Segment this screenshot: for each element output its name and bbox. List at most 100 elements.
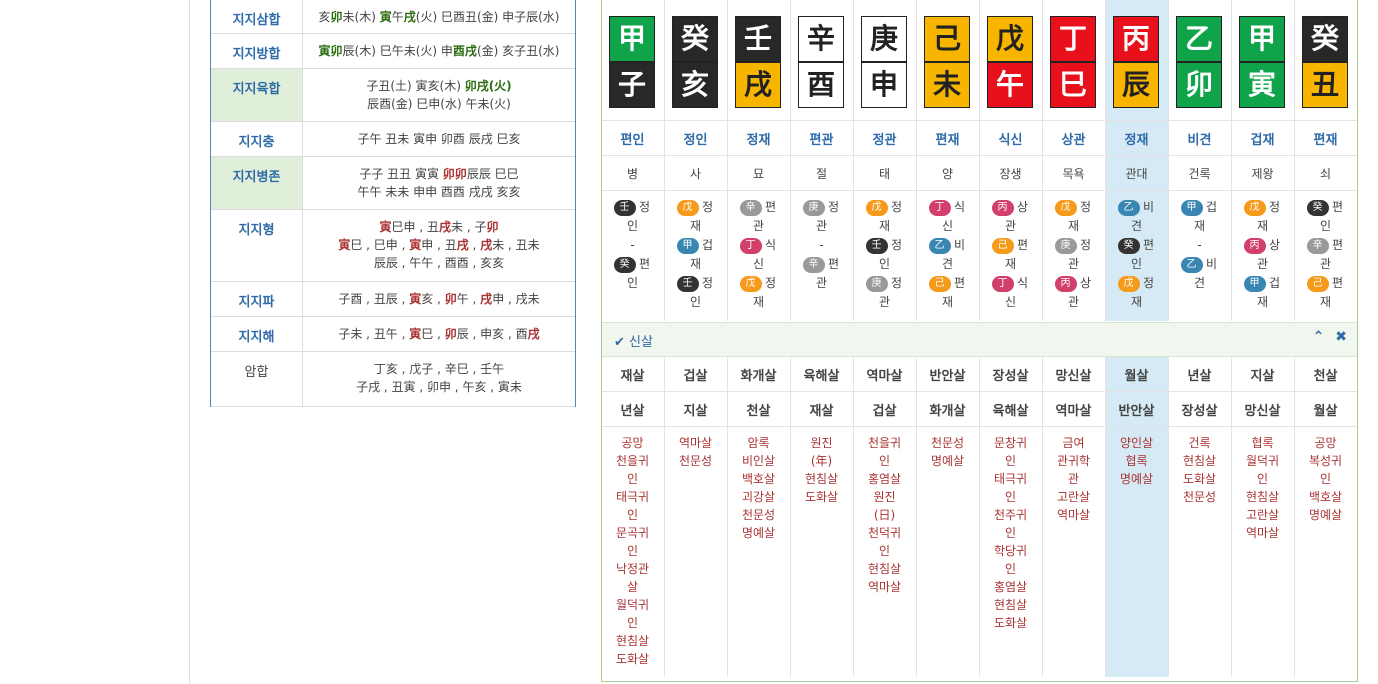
hidden-stem-badge: 庚 bbox=[865, 275, 888, 292]
highlight-branch: 卯卯 bbox=[442, 167, 467, 181]
hidden-stem-entry: 戊정 bbox=[1231, 198, 1294, 217]
hidden-stem-badge: 辛 bbox=[802, 256, 825, 273]
row-divider bbox=[602, 155, 1357, 156]
hidden-stem-god: 편 bbox=[1142, 238, 1155, 252]
sinsal-item: 협록 bbox=[1251, 436, 1274, 450]
twelve-stage-label: 목욕 bbox=[1062, 167, 1085, 181]
hidden-stem-god: 견 bbox=[941, 257, 954, 271]
hidden-stem-entry: 癸편 bbox=[601, 255, 664, 274]
hidden-stem-entry-cont: 재 bbox=[1105, 293, 1168, 312]
branch-text: 午午 未未 申申 酉酉 戌戌 亥亥 bbox=[357, 185, 521, 199]
sinsal-item: 인 bbox=[1004, 526, 1017, 540]
highlight-branch: 寅 bbox=[379, 220, 392, 234]
sinsal-primary: 겁살 bbox=[683, 369, 708, 384]
column-divider bbox=[1231, 0, 1232, 321]
branch-text: 申 , 丑 bbox=[421, 238, 457, 252]
hidden-stem-entry: 壬정 bbox=[853, 236, 916, 255]
heavenly-stem-tile: 戊 bbox=[987, 16, 1033, 62]
hidden-stem-god: 정 bbox=[764, 276, 777, 290]
hidden-stem-god: 재 bbox=[1004, 257, 1017, 271]
page-divider bbox=[189, 0, 190, 684]
hidden-stem-entry-cont: 재 bbox=[1042, 217, 1105, 236]
hidden-stem-god: 재 bbox=[689, 257, 702, 271]
relation-line: 午午 未未 申申 酉酉 戌戌 亥亥 bbox=[303, 183, 575, 201]
branch-text: 子子 丑丑 寅寅 bbox=[359, 167, 443, 181]
sinsal-secondary: 장성살 bbox=[1181, 404, 1218, 419]
relation-content: 子子 丑丑 寅寅 卯卯辰辰 巳巳 午午 未未 申申 酉酉 戌戌 亥亥 bbox=[303, 157, 575, 209]
relation-content: 寅卯辰(木) 巳午未(火) 申酉戌(金) 亥子丑(水) bbox=[303, 34, 575, 68]
hidden-stem-entry: 癸편 bbox=[1105, 236, 1168, 255]
hidden-stem-badge: 丁 bbox=[739, 237, 762, 254]
hidden-stem-god: 인 bbox=[1319, 219, 1332, 233]
branch-text: 巳 , 巳申 , bbox=[350, 238, 410, 252]
hidden-stem-entry: 己편 bbox=[1294, 274, 1357, 293]
sinsal-secondary: 겁살 bbox=[872, 404, 897, 419]
heavenly-stem-tile: 甲 bbox=[609, 16, 655, 62]
hidden-stem-badge: 丙 bbox=[991, 199, 1014, 216]
row-divider bbox=[602, 190, 1357, 191]
sinsal-item: 암록 bbox=[747, 436, 770, 450]
hidden-stem-separator: - bbox=[630, 238, 635, 252]
hidden-stems: 丁식신乙비견己편재 bbox=[916, 198, 979, 312]
branch-text: 子丑(土) 寅亥(木) bbox=[366, 79, 465, 93]
hidden-stem-badge: 戊 bbox=[1054, 199, 1077, 216]
highlight-branch: 戌 bbox=[403, 10, 416, 24]
relation-line: 丁亥 , 戊子 , 辛巳 , 壬午 bbox=[303, 360, 575, 378]
sinsal-primary: 육해살 bbox=[803, 369, 840, 384]
hidden-stem-god: 상 bbox=[1016, 200, 1029, 214]
relation-line: 辰辰 , 午午 , 酉酉 , 亥亥 bbox=[303, 254, 575, 272]
highlight-branch: 酉 bbox=[452, 44, 465, 58]
branch-text: 丁亥 , 戊子 , 辛巳 , 壬午 bbox=[373, 362, 505, 376]
hidden-stem-entry-cont: 인 bbox=[601, 274, 664, 293]
hidden-stem-god: 겁 bbox=[1205, 200, 1218, 214]
sinsal-secondary: 재살 bbox=[809, 404, 834, 419]
sinsal-secondary: 망신살 bbox=[1244, 404, 1281, 419]
sinsal-item: 협록 bbox=[1125, 454, 1148, 468]
relation-line: 亥卯未(木) 寅午戌(火) 巳酉丑(金) 申子辰(水) bbox=[303, 8, 575, 26]
sinsal-item: 천을귀 bbox=[615, 454, 650, 468]
hidden-stem-god: 비 bbox=[1142, 200, 1155, 214]
hidden-stem-entry: 戊정 bbox=[1042, 198, 1105, 217]
sinsal-item: 인 bbox=[626, 616, 639, 630]
column-divider bbox=[727, 356, 728, 677]
sinsal-item: 인 bbox=[626, 544, 639, 558]
ten-god-label: 편재 bbox=[1313, 133, 1338, 148]
sinsal-list: 역마살 천문성 bbox=[664, 434, 727, 470]
hidden-stem-badge: 戊 bbox=[739, 275, 762, 292]
close-icon[interactable]: ✖ bbox=[1335, 329, 1347, 345]
ten-god-label: 정재 bbox=[746, 133, 771, 148]
sinsal-item: 괴강살 bbox=[741, 490, 776, 504]
hidden-stem-badge: 戊 bbox=[676, 199, 699, 216]
sinsal-list: 문창귀 인 태극귀 인 천주귀 인 학당귀 인 홍염살 현침살 도화살 bbox=[979, 434, 1042, 632]
hidden-stem-entry-cont: 관 bbox=[1294, 255, 1357, 274]
hidden-stem-entry: 庚정 bbox=[1042, 236, 1105, 255]
hidden-stem-badge: 丙 bbox=[1054, 275, 1077, 292]
hidden-stem-badge: 壬 bbox=[865, 237, 888, 254]
column-divider bbox=[790, 356, 791, 677]
relation-row: 지지파 子酉 , 丑辰 , 寅亥 , 卯午 , 戌申 , 戌未 bbox=[211, 282, 575, 317]
sinsal-item: 천을귀 bbox=[867, 436, 902, 450]
sinsal-item: 인 bbox=[1256, 472, 1269, 486]
heavenly-stem-tile: 己 bbox=[924, 16, 970, 62]
collapse-icon[interactable]: ⌃ bbox=[1313, 329, 1325, 345]
hidden-stem-badge: 己 bbox=[928, 275, 951, 292]
sinsal-item: 명예살 bbox=[930, 454, 965, 468]
hidden-stem-entry: 癸편 bbox=[1294, 198, 1357, 217]
column-divider bbox=[1231, 356, 1232, 677]
sinsal-section-header[interactable]: ✔ 신살 ⌃ ✖ bbox=[602, 322, 1357, 357]
hidden-stem-god: 재 bbox=[1067, 219, 1080, 233]
hidden-stem-entry: 戊정 bbox=[1105, 274, 1168, 293]
hidden-stem-god: 관 bbox=[878, 295, 891, 309]
hidden-stem-entry: 戊정 bbox=[853, 198, 916, 217]
relation-content: 丁亥 , 戊子 , 辛巳 , 壬午 子戌 , 丑寅 , 卯申 , 午亥 , 寅未 bbox=[303, 352, 575, 406]
earthly-branch-tile: 亥 bbox=[672, 62, 718, 108]
highlight-branch: 寅 bbox=[409, 238, 422, 252]
highlight-branch: 戌 bbox=[464, 44, 477, 58]
sinsal-primary: 망신살 bbox=[1055, 369, 1092, 384]
twelve-stage-label: 사 bbox=[689, 167, 702, 181]
sinsal-item: 천문성 bbox=[930, 436, 965, 450]
hidden-stem-god: 정 bbox=[701, 200, 714, 214]
sinsal-item: 역마살 bbox=[1245, 526, 1280, 540]
hidden-stems: 戊정재庚정관丙상관 bbox=[1042, 198, 1105, 312]
hidden-stem-badge: 戊 bbox=[1117, 275, 1140, 292]
